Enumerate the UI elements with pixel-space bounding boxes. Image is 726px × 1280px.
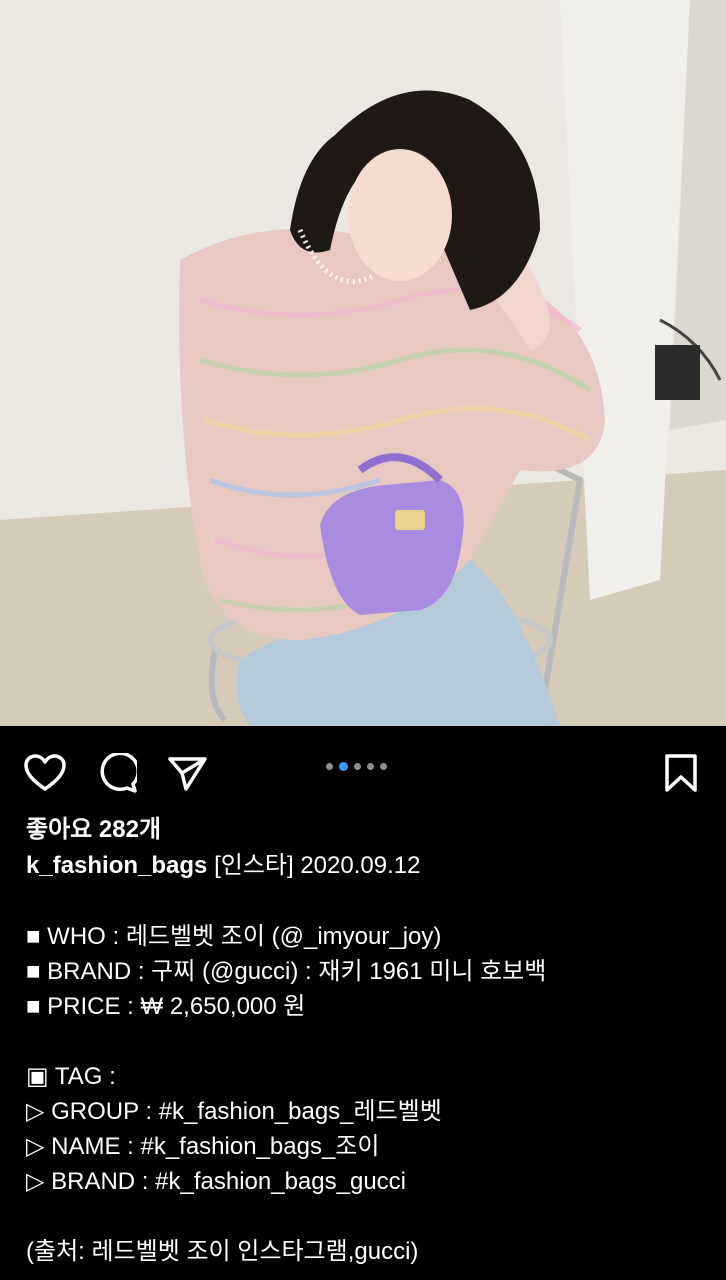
tag-group[interactable]: ▷ GROUP : #k_fashion_bags_레드벨벳 [26,1094,716,1129]
bookmark-icon [665,754,697,792]
carousel-dot [380,763,387,770]
caption-header: k_fashion_bags [인스타] 2020.09.12 [26,848,716,884]
heart-icon [24,754,66,791]
caption-title: [인스타] 2020.09.12 [207,852,421,879]
post-caption: 좋아요 282개 k_fashion_bags [인스타] 2020.09.12… [26,812,716,1269]
comment-icon [100,753,137,793]
tag-name[interactable]: ▷ NAME : #k_fashion_bags_조이 [26,1129,716,1164]
detail-price: ■ PRICE : ₩ 2,650,000 원 [26,993,306,1020]
carousel-dot [326,763,333,770]
like-button[interactable] [22,750,68,796]
tag-header: ▣ TAG : [26,1063,116,1090]
comment-button[interactable] [94,750,140,796]
tag-brand[interactable]: ▷ BRAND : #k_fashion_bags_gucci [26,1164,716,1199]
post-photo-illustration [0,0,726,726]
carousel-indicator [326,762,387,771]
carousel-dot [354,763,361,770]
share-button[interactable] [164,750,210,796]
caption-source: (출처: 레드벨벳 조이 인스타그램,gucci) [26,1238,419,1265]
save-button[interactable] [658,750,704,796]
username-link[interactable]: k_fashion_bags [26,852,207,879]
detail-who: ■ WHO : 레드벨벳 조이 (@_imyour_joy) [26,923,442,950]
detail-brand: ■ BRAND : 구찌 (@gucci) : 재키 1961 미니 호보백 [26,958,547,985]
carousel-dot [367,763,374,770]
post-action-bar [0,726,726,816]
post-photo[interactable] [0,0,726,726]
send-icon [168,757,207,791]
likes-count[interactable]: 좋아요 282개 [26,812,716,848]
carousel-dot-active [339,762,348,771]
